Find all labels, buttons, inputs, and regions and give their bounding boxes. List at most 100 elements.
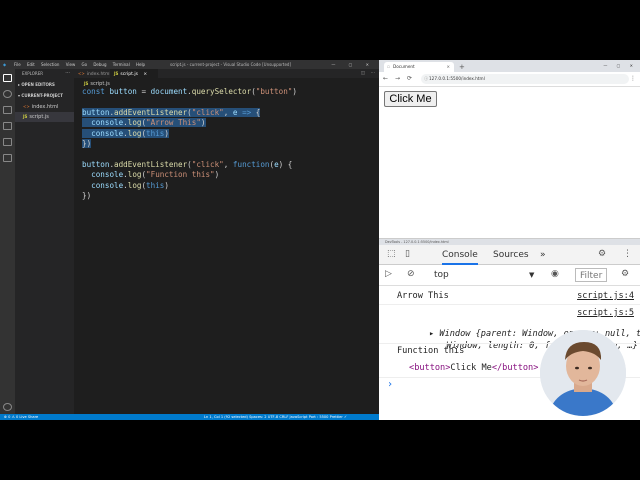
close-icon[interactable]: × — [143, 72, 147, 77]
source-link[interactable]: script.js:4 — [577, 291, 634, 301]
code-token: this — [146, 128, 165, 138]
chevron-down-icon[interactable]: ▼ — [529, 270, 534, 281]
menu-go[interactable]: Go — [82, 62, 88, 67]
code-line[interactable]: }) — [82, 191, 91, 201]
gear-icon[interactable]: ⚙ — [598, 249, 606, 260]
close-icon[interactable]: × — [446, 62, 450, 72]
inspect-element-icon[interactable]: ⬚ — [387, 249, 396, 260]
code-token: console — [91, 180, 124, 190]
console-prompt[interactable]: › — [387, 379, 393, 390]
explorer-sidebar: EXPLORER ··· ▸ OPEN EDITORS ▾ CURRENT-PR… — [15, 69, 74, 414]
devtools-menu-icon[interactable]: ⋮ — [623, 249, 632, 260]
more-actions-icon[interactable]: ··· — [371, 69, 375, 78]
code-token: }) — [82, 191, 92, 200]
new-tab-button[interactable]: + — [459, 62, 465, 72]
remote-icon[interactable] — [3, 154, 12, 162]
more-actions-icon[interactable]: ··· — [65, 70, 70, 76]
tab-label: script.js — [120, 72, 138, 77]
reload-icon[interactable]: ⟳ — [407, 74, 412, 84]
menu-edit[interactable]: Edit — [27, 62, 35, 67]
browser-tab[interactable]: ▫ Document × — [384, 62, 454, 72]
open-editors-section[interactable]: ▸ OPEN EDITORS — [18, 82, 55, 87]
code-line[interactable]: const button = document.querySelector("b… — [82, 87, 297, 97]
code-text: }) — [82, 191, 91, 200]
extensions-icon[interactable] — [3, 138, 12, 146]
gear-icon[interactable] — [3, 403, 12, 411]
code-token: = — [136, 87, 151, 96]
selected-code: button.addEventListener("click", e => { — [82, 107, 261, 117]
vscode-window-title: script.js - current-project - Visual Stu… — [170, 62, 292, 67]
code-token: console — [91, 118, 124, 128]
element-text: Click Me — [450, 363, 492, 373]
browser-menu-icon[interactable]: ⋮ — [630, 74, 636, 84]
click-me-button[interactable]: Click Me — [384, 91, 437, 107]
code-line[interactable]: console.log(this) — [82, 128, 169, 139]
code-token: , — [223, 159, 233, 169]
code-text: button.addEventListener("click", functio… — [82, 160, 292, 169]
editor-tabs: <> index.html JS script.js × ◫ ··· — [74, 69, 379, 78]
sidebar-file-script-js[interactable]: JS script.js — [15, 112, 74, 122]
menu-selection[interactable]: Selection — [41, 62, 59, 67]
split-editor-icon[interactable]: ◫ — [361, 69, 365, 78]
address-bar[interactable]: ⓘ 127.0.0.1:5500/index.html — [421, 74, 629, 84]
code-token: log — [127, 180, 142, 190]
device-toolbar-icon[interactable]: ▯ — [405, 249, 410, 260]
browser-tab-title: Document — [393, 64, 415, 69]
code-line[interactable]: console.log(this) — [82, 181, 169, 191]
code-token: ) — [164, 128, 169, 138]
code-token: "click" — [191, 107, 224, 117]
filter-input[interactable]: Filter — [575, 268, 607, 282]
code-line[interactable]: button.addEventListener("click", e => { — [82, 107, 261, 118]
code-token: log — [127, 118, 142, 128]
show-sidebar-icon[interactable]: ▷ — [385, 269, 392, 280]
tab-console[interactable]: Console — [442, 250, 478, 265]
browser-toolbar: ← → ⟳ ⓘ 127.0.0.1:5500/index.html ⋮ — [379, 72, 640, 87]
source-link[interactable]: script.js:5 — [577, 308, 634, 318]
code-token: console — [91, 170, 124, 180]
status-right[interactable]: Ln 1, Col 1 (92 selected) Spaces: 2 UTF-… — [204, 414, 347, 420]
explorer-icon[interactable] — [3, 74, 12, 82]
search-icon[interactable] — [3, 90, 12, 98]
code-token: button — [82, 107, 110, 117]
gear-icon[interactable]: ⚙ — [621, 269, 629, 280]
js-file-icon: JS — [84, 81, 89, 86]
project-section[interactable]: ▾ CURRENT-PROJECT — [18, 93, 63, 98]
menu-file[interactable]: File — [14, 62, 21, 67]
code-line[interactable]: console.log("Arrow This") — [82, 118, 206, 128]
code-line[interactable]: console.log("Function this") — [82, 170, 219, 180]
code-editor[interactable]: const button = document.querySelector("b… — [74, 87, 379, 414]
source-control-icon[interactable] — [3, 106, 12, 114]
forward-icon[interactable]: → — [395, 74, 400, 84]
code-token: button — [109, 87, 137, 96]
menu-terminal[interactable]: Terminal — [113, 62, 130, 67]
status-left[interactable]: ⊗ 0 ⚠ 0 Live Share — [4, 414, 38, 420]
info-icon[interactable]: ⓘ — [424, 74, 428, 84]
code-token: , — [223, 107, 233, 117]
eye-icon[interactable]: ◉ — [551, 269, 559, 280]
js-file-icon: JS — [114, 71, 119, 76]
menu-help[interactable]: Help — [136, 62, 145, 67]
clear-console-icon[interactable]: ⊘ — [407, 269, 415, 280]
code-token: "Arrow This" — [146, 118, 201, 128]
code-line[interactable]: }) — [82, 139, 92, 149]
code-line[interactable]: button.addEventListener("click", functio… — [82, 160, 292, 170]
tab-sources[interactable]: Sources — [493, 250, 529, 261]
code-token: }) — [82, 139, 92, 148]
vscode-window-controls[interactable]: — ▢ ✕ — [331, 60, 375, 69]
code-token: => — [242, 107, 252, 117]
more-tabs-icon[interactable]: » — [540, 250, 546, 261]
debug-icon[interactable] — [3, 122, 12, 130]
context-selector[interactable]: top — [434, 270, 449, 281]
code-token: { — [251, 107, 261, 117]
menu-view[interactable]: View — [66, 62, 76, 67]
menu-debug[interactable]: Debug — [93, 62, 106, 67]
back-icon[interactable]: ← — [383, 74, 388, 84]
tab-script-js[interactable]: JS script.js × — [110, 69, 158, 78]
sidebar-file-index-html[interactable]: <> index.html — [23, 102, 58, 111]
code-token: addEventListener — [114, 107, 188, 117]
browser-window-controls[interactable]: — ▢ ✕ — [603, 61, 637, 71]
tab-index-html[interactable]: <> index.html — [74, 69, 115, 78]
code-token: button — [82, 159, 110, 169]
